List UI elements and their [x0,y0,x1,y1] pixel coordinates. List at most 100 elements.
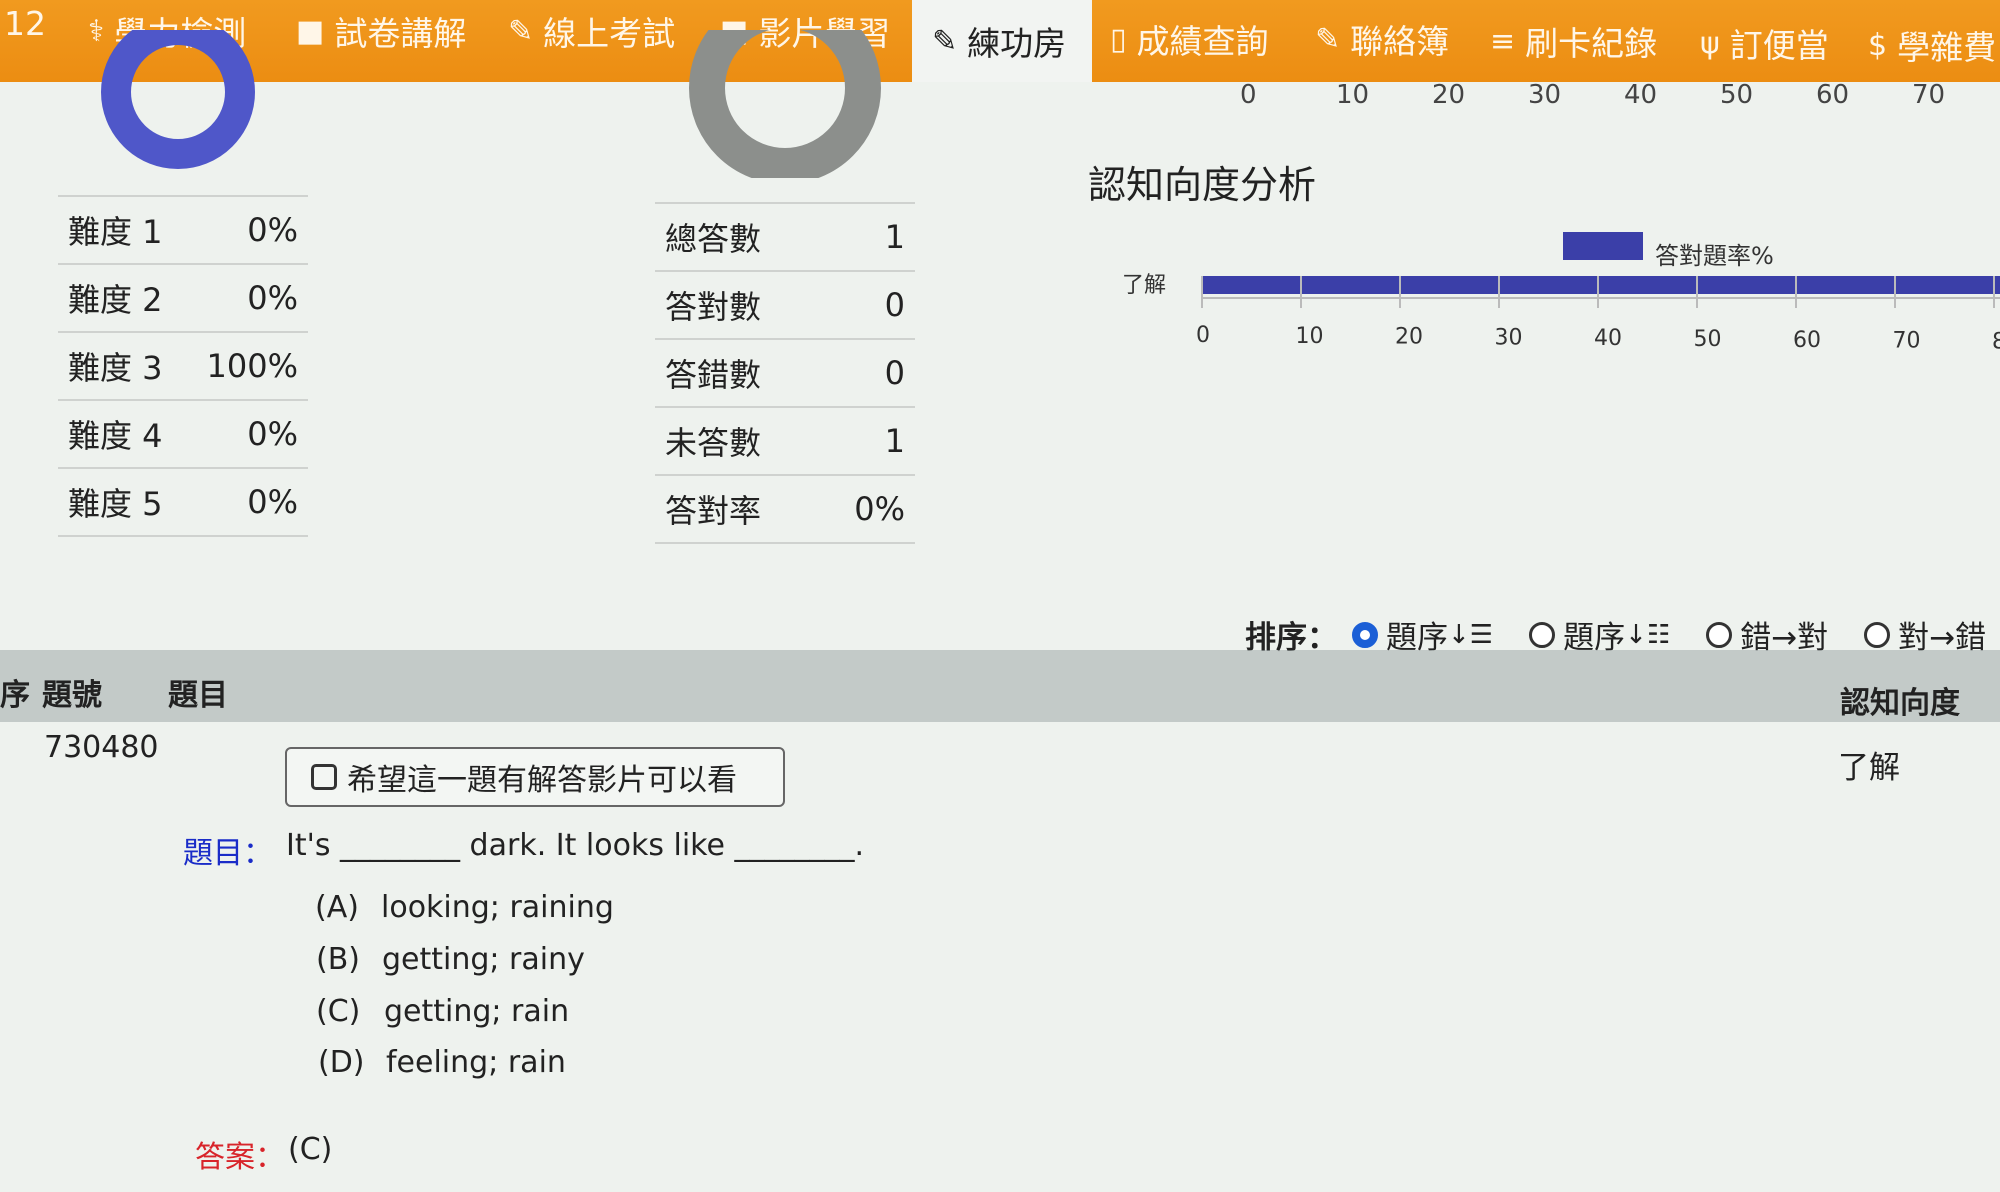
option-key: (C) [316,994,361,1029]
difficulty-label: 難度 5 [68,485,163,523]
nav-item-practice-room[interactable]: ✎ 練功房 [912,0,1092,82]
request-video-checkbox[interactable] [311,764,337,790]
option-text: getting; rainy [382,942,585,977]
option-text: getting; rain [384,994,570,1029]
sort-desc-icon: ↓☷ [1625,619,1671,650]
nav-item-exam-review[interactable]: ■ 試卷講解 [296,0,466,62]
nav-label: 線上考試 [543,14,676,53]
x-tick-label: 20 [1395,325,1423,350]
cognitive-bar-chart: 了解 0 10 20 30 40 50 60 70 8 [1122,273,2000,354]
difficulty-row: 難度 2 0% [58,263,308,331]
answer-stats-table: 總答數 1 答對數 0 答錯數 0 未答數 1 答對率 0% [655,202,915,544]
answer-stat-label: 未答數 [665,424,762,462]
video-icon: ■ [296,13,325,49]
list-icon: ≡ [1490,23,1516,59]
file-icon: ▯ [1110,21,1127,57]
radio-right-first[interactable] [1864,621,1891,648]
answer-donut-chart [685,30,885,178]
pencil-icon: ✎ [508,13,534,49]
option-c: (C) getting; rain [316,994,569,1029]
answer-stat-value: 0% [854,490,905,528]
header-question: 題目 [168,678,228,713]
radio-wrong-first[interactable] [1706,621,1733,648]
x-tick-label: 30 [1495,325,1523,350]
answer-stat-value: 1 [884,218,905,256]
answer-label: 答案： [195,1140,285,1175]
top-axis-tick: 70 [1912,80,1946,110]
top-axis-tick: 10 [1336,80,1370,110]
difficulty-table: 難度 1 0% 難度 2 0% 難度 3 100% 難度 4 0% 難度 5 0% [58,195,308,537]
request-video-button[interactable]: 希望這一題有解答影片可以看 [285,747,785,807]
dollar-icon: $ [1868,27,1888,63]
answer-stat-row: 答對數 0 [655,270,915,338]
donut-svg [689,30,881,178]
nav-label: 試卷講解 [334,14,467,53]
edit-icon: ✎ [1315,21,1341,57]
bar-0 [1202,276,2000,294]
donut-svg [101,30,255,169]
option-key: (D) [318,1045,365,1080]
nav-label: 成績查詢 [1136,22,1269,61]
top-axis-tick: 50 [1720,80,1754,110]
difficulty-label: 難度 2 [68,281,163,319]
answer-stat-row: 未答數 1 [655,406,915,474]
x-tick-label: 60 [1793,328,1821,353]
answer-stat-value: 0 [884,286,905,324]
request-video-label: 希望這一題有解答影片可以看 [347,763,737,798]
radio-order-desc[interactable] [1529,621,1556,648]
option-d: (D) feeling; rain [318,1045,566,1080]
radio-order-asc[interactable] [1352,621,1378,648]
difficulty-value: 0% [247,415,298,453]
option-key: (A) [315,890,359,925]
difficulty-row: 難度 3 100% [58,331,308,399]
answer-stat-label: 總答數 [665,220,762,258]
top-axis-tick: 30 [1528,80,1562,110]
top-axis-tick: 60 [1816,80,1850,110]
question-id: 730480 [44,730,159,765]
option-text: feeling; rain [386,1045,566,1080]
question-cognitive: 了解 [1838,750,1900,786]
x-tick-label: 8 [1992,329,2000,354]
question-table-header: 序 題號 題目 認知向度 [0,650,2000,722]
answer-stat-value: 0 [884,354,905,392]
legend-swatch [1563,232,1643,260]
nav-label: 聯絡簿 [1350,22,1450,61]
answer-stat-row: 答對率 0% [655,474,915,544]
question-text: It's ________ dark. It looks like ______… [286,828,864,863]
top-axis-tick: 20 [1432,80,1466,110]
nav-item-lunch-order[interactable]: ψ 訂便當 [1700,12,1829,74]
answer-stat-row: 總答數 1 [655,202,915,270]
nav-label: 學雜費 [1897,28,1997,67]
nav-item-contact-book[interactable]: ✎ 聯絡簿 [1315,8,1449,70]
nav-label: 練功房 [967,24,1067,63]
top-chart-axis: 0 10 20 30 40 50 60 70 [1240,80,2000,110]
option-key: (B) [316,942,360,977]
nav-item-online-exam[interactable]: ✎ 線上考試 [508,0,675,62]
nav-label: 訂便當 [1729,26,1829,65]
difficulty-row: 難度 4 0% [58,399,308,467]
difficulty-row: 難度 1 0% [58,195,308,263]
difficulty-label: 難度 4 [68,417,163,455]
x-tick-label: 50 [1694,327,1722,352]
category-label: 了解 [1122,273,1166,298]
answer-stat-label: 答對率 [665,492,762,530]
nav-label: 刷卡紀錄 [1525,24,1658,63]
option-text: looking; raining [381,890,614,925]
header-cognitive: 認知向度 [1840,686,1960,721]
difficulty-label: 難度 1 [68,213,163,251]
cutlery-icon: ψ [1700,25,1720,61]
nav-item-tuition[interactable]: $ 學雜費 [1868,14,1996,76]
nav-item-card-records[interactable]: ≡ 刷卡紀錄 [1490,10,1657,72]
x-tick-label: 70 [1893,329,1921,354]
option-a: (A) looking; raining [315,890,614,925]
nav-item-grades[interactable]: ▯ 成績查詢 [1110,8,1269,70]
edit-icon: ✎ [932,23,958,59]
answer-stat-value: 1 [884,422,905,460]
answer-value: (C) [288,1132,333,1167]
difficulty-value: 0% [247,483,298,521]
question-label: 題目： [183,836,273,871]
answer-stat-label: 答對數 [665,288,762,326]
difficulty-donut-chart [100,30,255,170]
nav-partial-number: 12 [4,4,46,43]
difficulty-value: 0% [247,279,298,317]
